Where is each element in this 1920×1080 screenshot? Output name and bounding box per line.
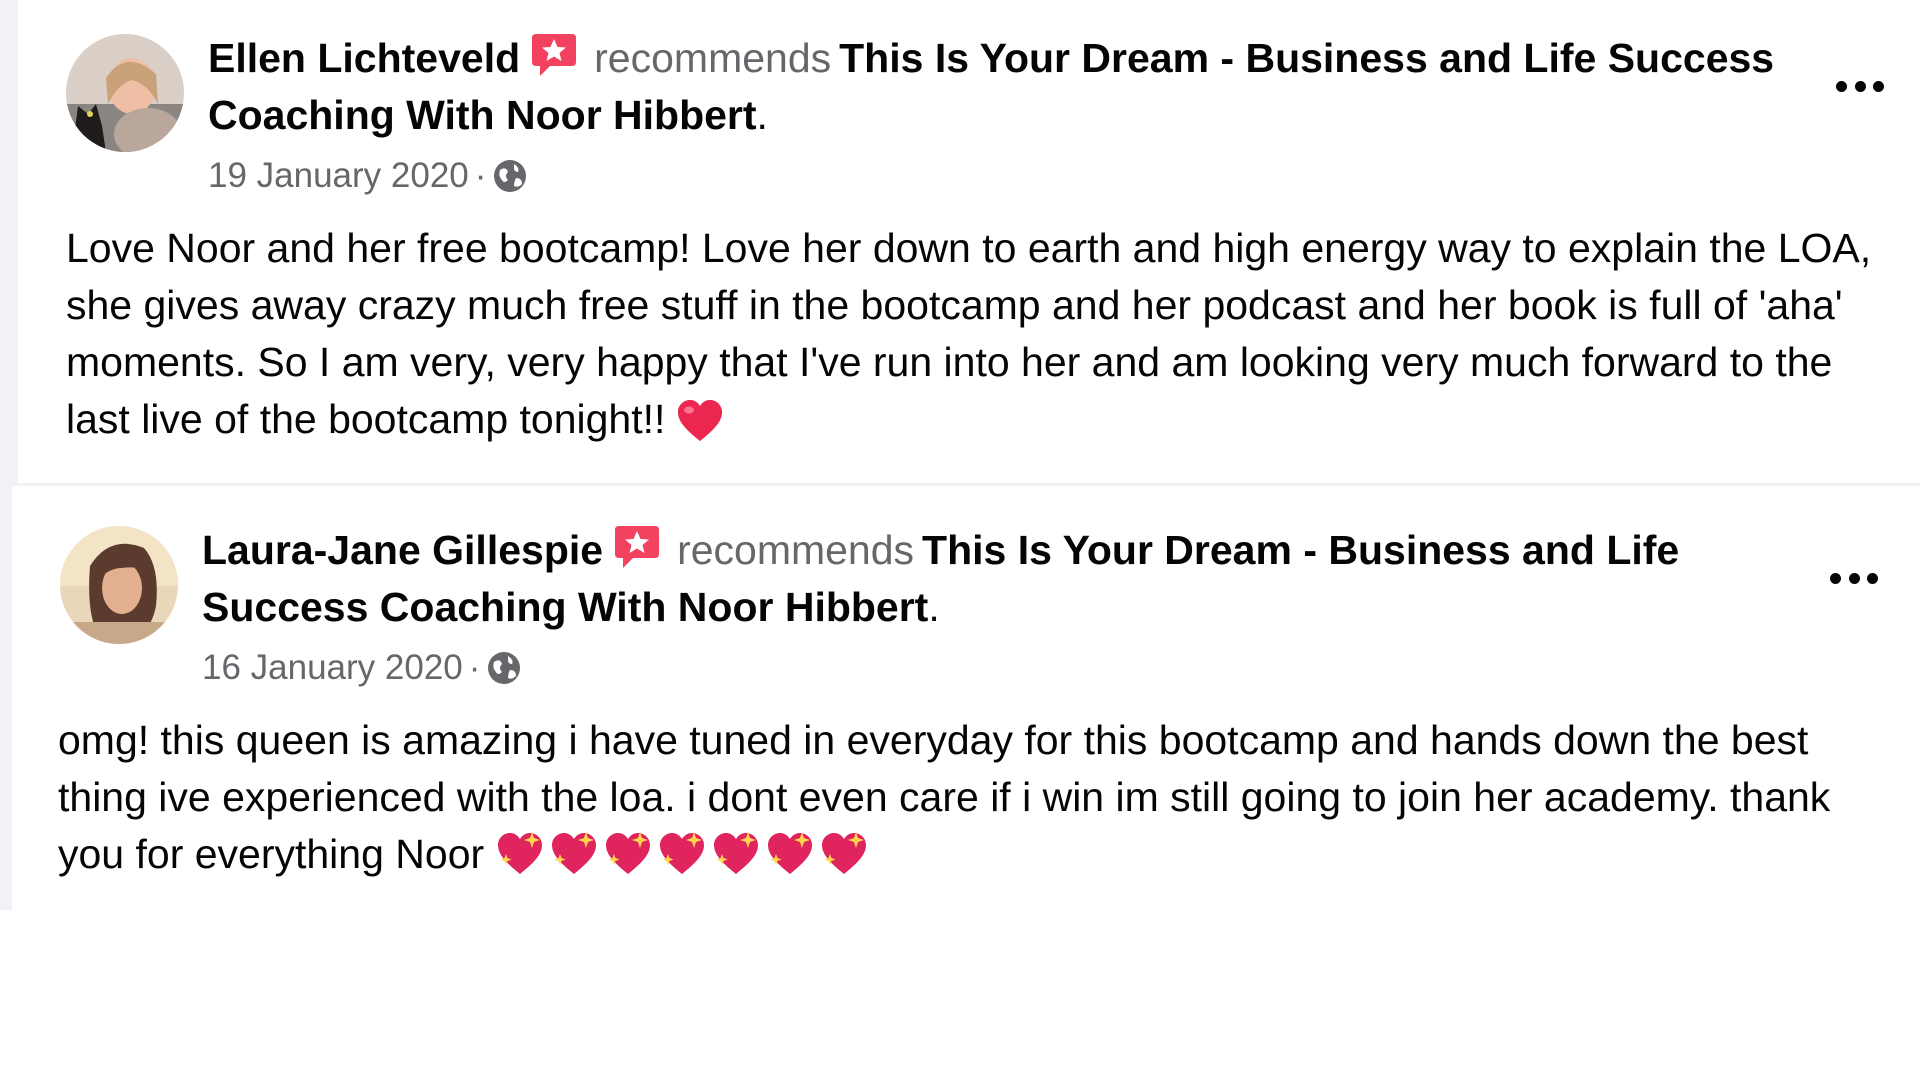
review-header: Laura-Jane Gillespie recommends This Is Yo… [202, 522, 1782, 636]
globe-icon[interactable] [486, 650, 522, 686]
recommends-label: recommends [594, 35, 832, 81]
sparkling-heart-icon [818, 828, 870, 880]
avatar[interactable] [66, 34, 184, 152]
more-options-dot [1848, 572, 1860, 584]
header-period: . [928, 584, 940, 630]
review-text: Love Noor and her free bootcamp! Love he… [66, 220, 1906, 448]
avatar[interactable] [60, 526, 178, 644]
page-blank-area [0, 910, 1920, 1080]
review-header: Ellen Lichteveld recommends This Is Your D… [208, 30, 1788, 144]
more-options-icon [1836, 80, 1847, 92]
more-options-dot [1873, 80, 1884, 92]
red-heart-icon [675, 397, 725, 445]
recommendation-badge-icon [613, 522, 661, 570]
post-date[interactable]: 16 January 2020 [202, 646, 463, 690]
post-meta: 19 January 2020 · [208, 154, 528, 198]
meta-separator: · [468, 648, 481, 687]
emoji-row [494, 828, 872, 895]
post-date[interactable]: 19 January 2020 [208, 154, 469, 198]
meta-separator: · [474, 156, 487, 195]
sparkling-heart-icon [656, 828, 708, 880]
sparkling-heart-icon [602, 828, 654, 880]
sparkling-heart-icon [494, 828, 546, 880]
recommendation-badge-icon [530, 30, 578, 78]
more-options-button[interactable] [1828, 66, 1892, 106]
review-body: Love Noor and her free bootcamp! Love he… [66, 225, 1872, 442]
review-text: omg! this queen is amazing i have tuned … [58, 712, 1898, 895]
more-options-icon [1830, 572, 1841, 584]
author-name[interactable]: Laura-Jane Gillespie [202, 527, 603, 573]
header-period: . [756, 92, 768, 138]
recommends-label: recommends [677, 527, 915, 573]
review-card: Ellen Lichteveld recommends This Is Your D… [18, 0, 1920, 483]
more-options-dot [1854, 80, 1866, 92]
globe-icon[interactable] [492, 158, 528, 194]
post-meta: 16 January 2020 · [202, 646, 522, 690]
sparkling-heart-icon [710, 828, 762, 880]
review-body: omg! this queen is amazing i have tuned … [58, 717, 1831, 877]
more-options-dot [1867, 572, 1878, 584]
sparkling-heart-icon [548, 828, 600, 880]
more-options-button[interactable] [1822, 558, 1886, 598]
sparkling-heart-icon [764, 828, 816, 880]
review-card: Laura-Jane Gillespie recommends This Is Yo… [12, 486, 1920, 910]
author-name[interactable]: Ellen Lichteveld [208, 35, 520, 81]
